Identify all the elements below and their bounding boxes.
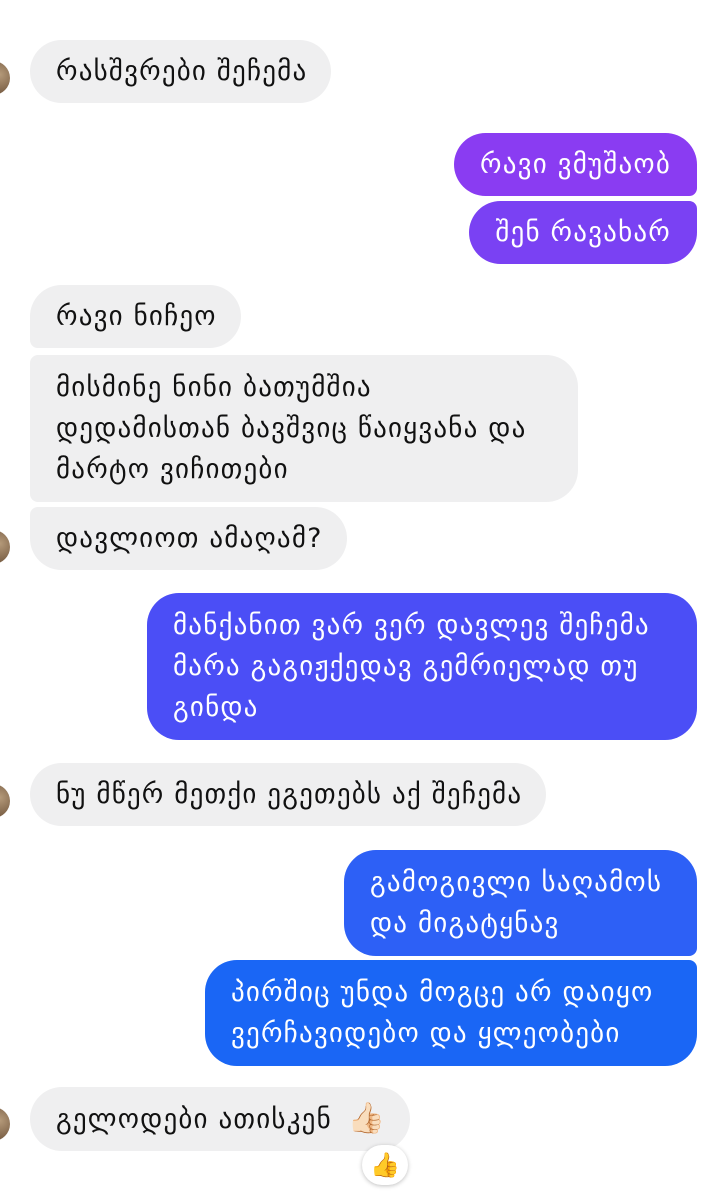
thumbs-up-reaction-icon: 👍 xyxy=(370,1151,400,1179)
message-text: და მიგატყნავ xyxy=(370,908,560,939)
message-outgoing[interactable]: რავი ვმუშაობ xyxy=(454,133,697,196)
message-text: რასშვრები შეჩემა xyxy=(56,56,308,87)
message-text: მისმინე ნინი ბათუმშია xyxy=(56,372,372,403)
reaction-badge[interactable]: 👍 xyxy=(362,1145,408,1185)
message-text: გელოდები ათისკენ xyxy=(56,1104,332,1135)
contact-avatar[interactable] xyxy=(0,61,10,95)
message-text: შენ რავახარ xyxy=(495,217,671,248)
message-text: გამოგივლი საღამოს xyxy=(370,867,663,898)
message-outgoing[interactable]: გამოგივლი საღამოს და მიგატყნავ xyxy=(344,850,697,956)
contact-avatar[interactable] xyxy=(0,530,10,564)
message-incoming[interactable]: ნუ მწერ მეთქი ეგეთებს აქ შეჩემა xyxy=(30,763,547,826)
message-incoming[interactable]: დავლიოთ ამაღამ? xyxy=(30,507,347,570)
message-text: რავი ნიჩეო xyxy=(56,301,217,332)
contact-avatar[interactable] xyxy=(0,1107,10,1141)
message-text: დედამისთან ბავშვიც წაიყვანა და xyxy=(56,413,527,444)
message-text: გინდა xyxy=(173,692,259,723)
message-text: მანქანით ვარ ვერ დავლევ შეჩემა xyxy=(173,610,650,641)
message-text: მარტო ვიჩითები xyxy=(56,454,289,485)
thumbs-up-emoji-icon: 👍🏻 xyxy=(347,1101,387,1136)
message-incoming[interactable]: რავი ნიჩეო xyxy=(30,285,241,348)
message-outgoing[interactable]: შენ რავახარ xyxy=(469,201,697,264)
message-text: რავი ვმუშაობ xyxy=(480,149,671,180)
message-incoming[interactable]: რასშვრები შეჩემა xyxy=(30,40,332,103)
contact-avatar[interactable] xyxy=(0,784,10,818)
message-text: ნუ მწერ მეთქი ეგეთებს აქ შეჩემა xyxy=(56,779,523,810)
message-text: ვერჩავიდებო და ყლეობები xyxy=(231,1018,621,1049)
message-text: მარა გაგიჟქედავ გემრიელად თუ xyxy=(173,651,639,682)
message-incoming[interactable]: მისმინე ნინი ბათუმშია დედამისთან ბავშვიც… xyxy=(30,355,578,502)
message-text: პირშიც უნდა მოგცე არ დაიყო xyxy=(231,977,654,1008)
message-text: დავლიოთ ამაღამ? xyxy=(56,523,323,554)
message-incoming[interactable]: გელოდები ათისკენ 👍🏻 xyxy=(30,1087,411,1151)
message-outgoing[interactable]: პირშიც უნდა მოგცე არ დაიყო ვერჩავიდებო დ… xyxy=(205,960,697,1066)
message-outgoing[interactable]: მანქანით ვარ ვერ დავლევ შეჩემა მარა გაგი… xyxy=(147,593,697,740)
